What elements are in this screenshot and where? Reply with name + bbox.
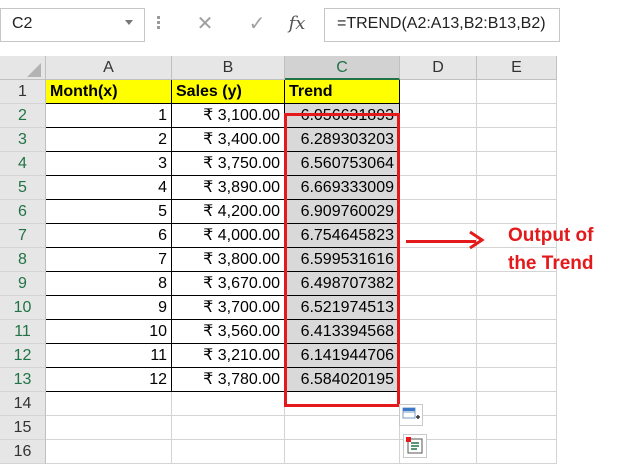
cell[interactable] [46,416,172,440]
annotation-text: Output of the Trend [508,222,594,278]
cell-sales[interactable]: ₹ 3,210.00 [172,344,285,368]
row-header[interactable]: 9 [0,272,46,296]
row-header[interactable]: 4 [0,152,46,176]
cell[interactable] [46,392,172,416]
cell[interactable] [477,80,557,104]
quick-analysis-button[interactable] [403,434,427,458]
cell[interactable] [477,368,557,392]
row-header[interactable]: 12 [0,344,46,368]
column-header-a[interactable]: A [46,56,172,80]
cell-month[interactable]: 8 [46,272,172,296]
cell[interactable] [285,416,400,440]
row-header[interactable]: 2 [0,104,46,128]
formula-text: =TREND(A2:A13,B2:B13,B2) [337,15,546,32]
column-header-d[interactable]: D [400,56,477,80]
select-all-triangle-icon [27,63,41,77]
row-header[interactable]: 8 [0,248,46,272]
header-trend[interactable]: Trend [285,80,400,104]
row-header[interactable]: 3 [0,128,46,152]
cell-sales[interactable]: ₹ 3,780.00 [172,368,285,392]
cell[interactable] [172,392,285,416]
row-header[interactable]: 13 [0,368,46,392]
cell-sales[interactable]: ₹ 3,800.00 [172,248,285,272]
cell-month[interactable]: 9 [46,296,172,320]
cell[interactable] [400,104,477,128]
cell[interactable] [477,344,557,368]
cell-sales[interactable]: ₹ 3,670.00 [172,272,285,296]
chevron-down-icon[interactable] [125,20,133,25]
cell-month[interactable]: 2 [46,128,172,152]
cell[interactable] [400,320,477,344]
cell[interactable] [400,128,477,152]
cell-month[interactable]: 7 [46,248,172,272]
cell-sales[interactable]: ₹ 4,200.00 [172,200,285,224]
annotation-line-1: Output of [508,225,594,246]
trend-output-highlight [284,113,400,407]
cell-sales[interactable]: ₹ 4,000.00 [172,224,285,248]
row-header[interactable]: 1 [0,80,46,104]
cell-sales[interactable]: ₹ 3,890.00 [172,176,285,200]
column-header-b[interactable]: B [172,56,285,80]
row-header[interactable]: 7 [0,224,46,248]
row-header[interactable]: 11 [0,320,46,344]
column-header-c[interactable]: C [285,56,400,80]
formula-bar-grip-icon [157,14,161,34]
cell[interactable] [477,296,557,320]
name-box-value: C2 [12,15,33,32]
cell-sales[interactable]: ₹ 3,700.00 [172,296,285,320]
cell[interactable] [400,176,477,200]
cell[interactable] [400,368,477,392]
paste-options-button[interactable] [399,404,423,426]
enter-icon[interactable]: ✓ [242,10,272,38]
cell-sales[interactable]: ₹ 3,560.00 [172,320,285,344]
header-sales[interactable]: Sales (y) [172,80,285,104]
cell[interactable] [400,80,477,104]
cell[interactable] [400,152,477,176]
cell-month[interactable]: 6 [46,224,172,248]
row-header[interactable]: 15 [0,416,46,440]
cell-sales[interactable]: ₹ 3,100.00 [172,104,285,128]
cell[interactable] [400,200,477,224]
cell[interactable] [172,440,285,464]
cell-month[interactable]: 12 [46,368,172,392]
paste-options-icon [402,407,420,419]
cell-sales[interactable]: ₹ 3,750.00 [172,152,285,176]
row-header[interactable]: 5 [0,176,46,200]
row-header[interactable]: 16 [0,440,46,464]
cell[interactable] [477,128,557,152]
cell[interactable] [172,416,285,440]
quick-analysis-icon [406,437,423,454]
column-header-e[interactable]: E [477,56,557,80]
cell[interactable] [46,440,172,464]
row-header[interactable]: 14 [0,392,46,416]
cell-month[interactable]: 1 [46,104,172,128]
cell[interactable] [400,344,477,368]
arrow-right-icon [469,230,485,250]
cell-month[interactable]: 4 [46,176,172,200]
cell[interactable] [400,272,477,296]
cell[interactable] [477,176,557,200]
cancel-icon[interactable]: ✕ [190,10,220,38]
insert-function-button[interactable]: fx [282,10,312,38]
cell[interactable] [477,152,557,176]
header-month[interactable]: Month(x) [46,80,172,104]
cell[interactable] [477,440,557,464]
cell[interactable] [400,296,477,320]
cell[interactable] [477,320,557,344]
cell[interactable] [285,440,400,464]
cell-month[interactable]: 5 [46,200,172,224]
row-header[interactable]: 6 [0,200,46,224]
cell[interactable] [477,416,557,440]
cell[interactable] [400,248,477,272]
cell-sales[interactable]: ₹ 3,400.00 [172,128,285,152]
cell[interactable] [477,392,557,416]
cell[interactable] [477,104,557,128]
cell-month[interactable]: 11 [46,344,172,368]
annotation-line-2: the Trend [508,253,594,274]
row-header[interactable]: 10 [0,296,46,320]
cell-month[interactable]: 10 [46,320,172,344]
cell-month[interactable]: 3 [46,152,172,176]
cell[interactable] [477,200,557,224]
